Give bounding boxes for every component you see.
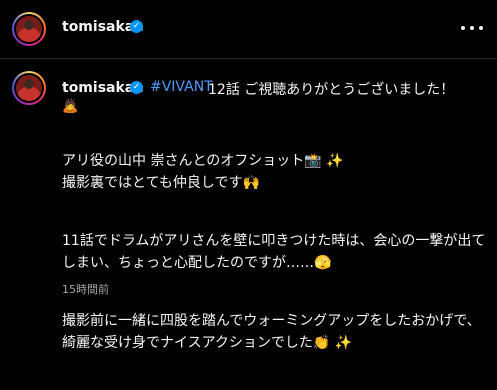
hashtag-link[interactable]: #VIVANT (150, 79, 213, 95)
avatar-photo (16, 75, 42, 101)
caption-paragraph: アリ役の山中 崇さんとのオフショット📸 ✨ 撮影裏ではとても仲良しです🙌 (62, 153, 344, 191)
dot (470, 26, 474, 30)
dot (461, 26, 465, 30)
more-options-icon[interactable] (461, 17, 483, 39)
avatar-photo (16, 16, 42, 42)
caption-paragraph: 11話でドラムがアリさんを壁に叩きつけた時は、会心の一撃が出てしまい、ちょっと心… (62, 233, 486, 271)
verified-badge-icon: ✓ (130, 20, 143, 33)
bowing-emoji: 🙇 (62, 99, 79, 114)
caption-body: アリ役の山中 崇さんとのオフショット📸 ✨ 撮影裏ではとても仲良しです🙌 11話… (62, 128, 487, 390)
caption-paragraph: 撮影前に一緒に四股を踏んでウォーミングアップをしたおかげで、綺麗な受け身でナイス… (62, 313, 481, 351)
caption-avatar[interactable] (12, 71, 46, 105)
dot (479, 26, 483, 30)
caption-first-line: 12話 ご視聴ありがとうございました！ (208, 82, 455, 98)
post-header: tomisakae ✓ (0, 0, 497, 59)
profile-avatar[interactable] (12, 12, 46, 46)
verified-badge-icon: ✓ (130, 81, 143, 94)
post-timestamp[interactable]: 15時間前 (62, 281, 109, 297)
